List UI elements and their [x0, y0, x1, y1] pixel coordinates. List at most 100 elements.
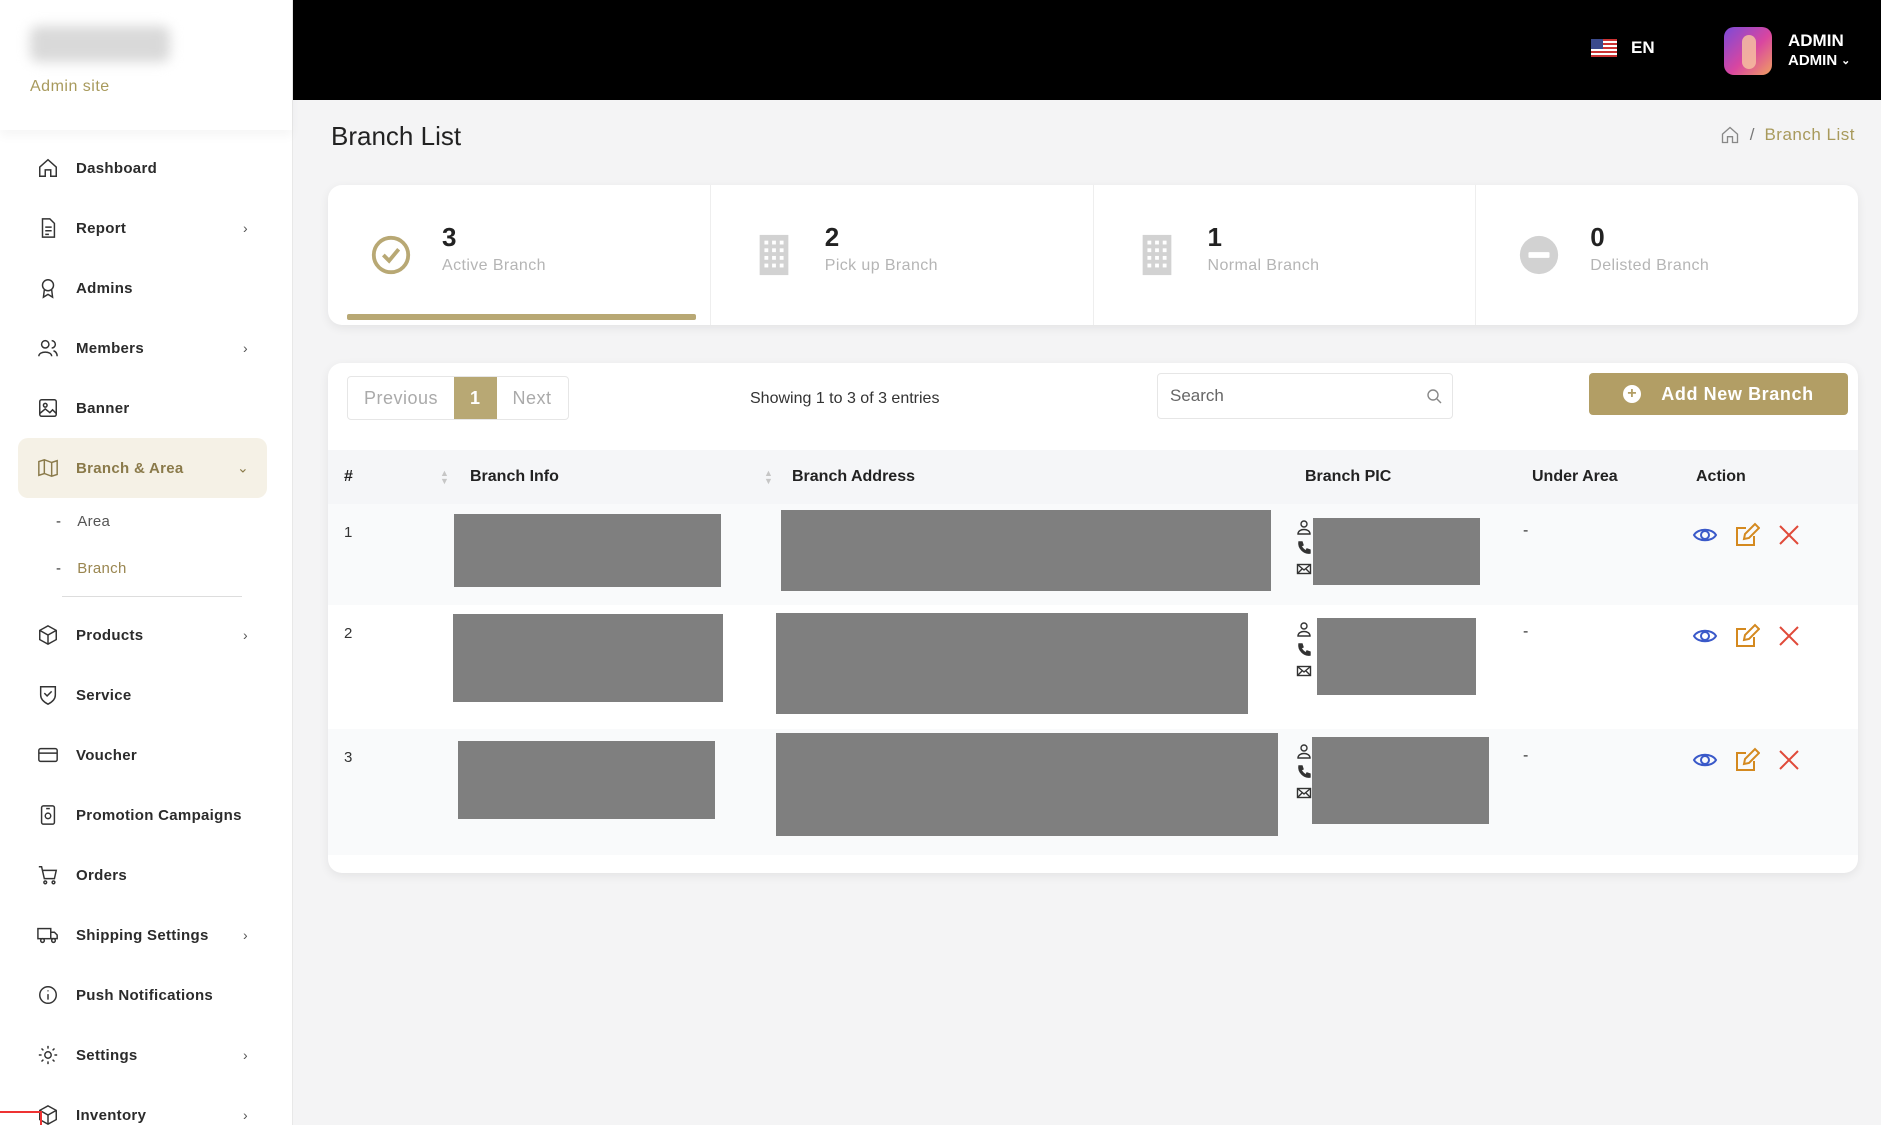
view-icon[interactable]	[1692, 747, 1718, 777]
sidebar-subitem-branch[interactable]: - Branch	[0, 545, 292, 592]
search-icon[interactable]	[1426, 388, 1442, 404]
sidebar-item-voucher[interactable]: Voucher	[0, 725, 292, 785]
branch-info-cell	[454, 504, 781, 605]
redacted-content	[781, 510, 1271, 591]
stat-value: 0	[1590, 222, 1605, 252]
search-input[interactable]	[1170, 386, 1410, 406]
stat-label: Pick up Branch	[824, 257, 938, 274]
branch-table: # ▲ ▼ Branch Info ▲ ▼ Branch Address Branch …	[328, 450, 1858, 855]
row-actions	[1682, 605, 1858, 653]
page-title: Branch List	[331, 121, 462, 151]
home-icon[interactable]	[1720, 125, 1740, 145]
pagination: Previous 1 Next	[347, 376, 569, 420]
person-icon	[1297, 744, 1311, 759]
add-button-label: Add New Branch	[1661, 383, 1814, 404]
sidebar-item-label: Settings	[76, 1046, 138, 1064]
sidebar-item-service[interactable]: Service	[0, 665, 292, 725]
contact-icons	[1296, 743, 1312, 801]
view-icon[interactable]	[1692, 522, 1718, 552]
sidebar-item-label: Service	[76, 686, 132, 704]
sidebar-item-banner[interactable]: Banner	[0, 378, 292, 438]
stat-normal-branch[interactable]: 1 Normal Branch	[1092, 185, 1476, 325]
cart-icon	[36, 863, 60, 887]
table-row: 3 -	[328, 729, 1858, 855]
stat-pickup-branch[interactable]: 2 Pick up Branch	[709, 185, 1093, 325]
branch-info-cell	[453, 605, 781, 729]
sidebar-item-dashboard[interactable]: Dashboard	[0, 138, 292, 198]
branch-table-card: Previous 1 Next Showing 1 to 3 of 3 entr…	[328, 363, 1858, 873]
delete-icon[interactable]	[1776, 522, 1802, 552]
language-selector[interactable]: EN	[1591, 38, 1655, 58]
chevron-right-icon: ›	[243, 1047, 248, 1063]
stat-text: 2 Pick up Branch	[825, 223, 938, 275]
delete-icon[interactable]	[1776, 623, 1802, 653]
language-label: EN	[1631, 38, 1655, 57]
redacted-content	[458, 741, 715, 819]
document-icon	[36, 216, 60, 240]
sidebar-item-members[interactable]: Members ›	[0, 318, 292, 378]
add-new-branch-button[interactable]: + Add New Branch	[1589, 373, 1848, 415]
sidebar-item-label: Inventory	[76, 1106, 147, 1124]
avatar[interactable]	[1724, 27, 1772, 75]
edit-icon[interactable]	[1734, 747, 1761, 777]
row-number: 2	[344, 625, 353, 642]
row-actions	[1682, 504, 1858, 552]
edit-icon[interactable]	[1734, 623, 1761, 653]
sidebar-item-shipping-settings[interactable]: Shipping Settings ›	[0, 905, 292, 965]
sidebar-item-branch-area[interactable]: Branch & Area ⌄	[18, 438, 267, 498]
stat-text: 1 Normal Branch	[1208, 223, 1320, 275]
chevron-down-icon: ⌄	[1841, 55, 1851, 67]
chevron-right-icon: ›	[243, 220, 248, 236]
sidebar-item-admins[interactable]: Admins	[0, 258, 292, 318]
branch-address-cell	[776, 729, 1294, 855]
view-icon[interactable]	[1692, 623, 1718, 653]
branch-info-cell	[456, 729, 781, 855]
chevron-down-icon: ⌄	[236, 459, 249, 476]
sidebar-item-inventory[interactable]: Inventory ›	[0, 1085, 292, 1125]
home-icon	[36, 156, 60, 180]
edit-icon[interactable]	[1734, 522, 1761, 552]
column-header-branch-pic: Branch PIC	[1294, 450, 1518, 504]
stat-active-branch[interactable]: 3 Active Branch	[328, 185, 710, 325]
breadcrumb-separator: /	[1749, 125, 1755, 144]
sidebar-item-report[interactable]: Report ›	[0, 198, 292, 258]
pagination-page[interactable]: 1	[454, 377, 497, 419]
column-header-number[interactable]: # ▲ ▼	[328, 450, 456, 504]
sidebar-item-label: Push Notifications	[76, 986, 214, 1004]
redacted-content	[776, 733, 1278, 836]
redacted-content	[1312, 737, 1489, 824]
dash-marker: -	[56, 560, 62, 577]
branch-address-cell	[781, 504, 1294, 605]
sidebar-item-promotion-campaigns[interactable]: Promotion Campaigns	[0, 785, 292, 845]
sidebar-item-push-notifications[interactable]: Push Notifications	[0, 965, 292, 1025]
sidebar-subitem-area[interactable]: - Area	[0, 498, 292, 545]
stat-text: 3 Active Branch	[442, 223, 546, 275]
us-flag-icon	[1591, 39, 1617, 57]
sidebar-item-orders[interactable]: Orders	[0, 845, 292, 905]
logo-area: Admin site	[0, 0, 292, 130]
contact-icons	[1296, 621, 1312, 679]
logo[interactable]	[30, 26, 170, 62]
gear-icon	[36, 1043, 60, 1067]
campaign-icon	[36, 803, 60, 827]
stat-delisted-branch[interactable]: 0 Delisted Branch	[1475, 185, 1858, 325]
sidebar: Admin site Dashboard Report › Admins Mem…	[0, 0, 293, 1125]
redacted-content	[1317, 618, 1476, 695]
branch-stats: 3 Active Branch 2 Pick up Branch 1 Norma…	[328, 185, 1858, 325]
user-menu[interactable]: ADMIN ADMIN ⌄	[1788, 31, 1850, 71]
redacted-content	[1313, 518, 1480, 585]
delete-icon[interactable]	[1776, 747, 1802, 777]
person-icon	[1297, 622, 1311, 637]
person-icon	[1297, 520, 1311, 535]
sidebar-item-label: Dashboard	[76, 159, 158, 177]
branch-pic-cell	[1294, 729, 1518, 855]
column-header-branch-info[interactable]: Branch Info ▲ ▼	[456, 450, 781, 504]
sidebar-item-settings[interactable]: Settings ›	[0, 1025, 292, 1085]
sidebar-item-products[interactable]: Products ›	[0, 605, 292, 665]
pagination-previous[interactable]: Previous	[348, 377, 454, 419]
map-icon	[36, 456, 60, 480]
sort-icon: ▲ ▼	[764, 468, 773, 486]
pagination-next[interactable]: Next	[497, 377, 568, 419]
phone-icon	[1298, 765, 1311, 778]
branch-pic-cell	[1294, 504, 1518, 605]
